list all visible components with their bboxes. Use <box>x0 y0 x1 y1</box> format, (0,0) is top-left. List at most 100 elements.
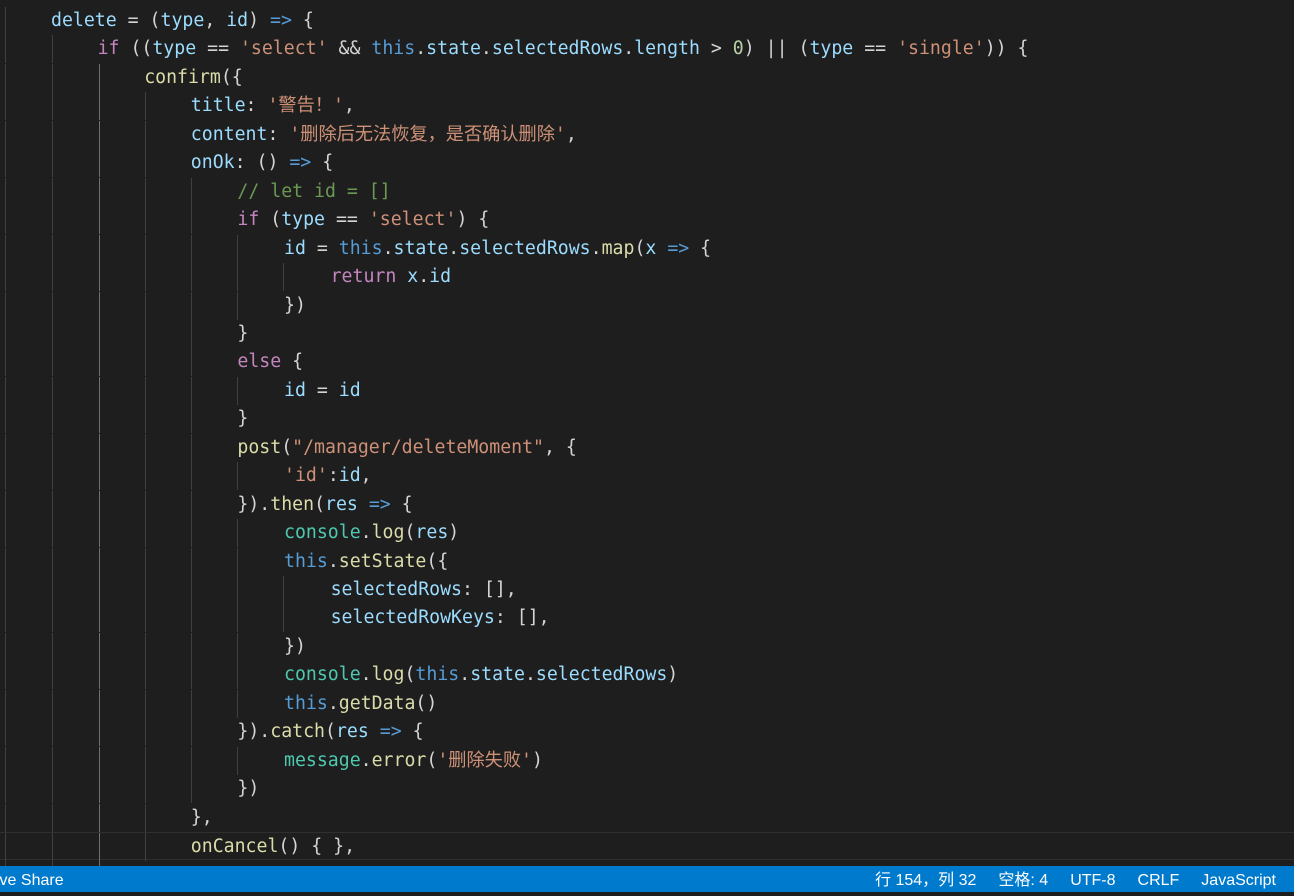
code-line[interactable]: if ((type == 'select' && this.state.sele… <box>0 35 1294 64</box>
code-line[interactable]: }) <box>0 291 1294 320</box>
indent-guide <box>5 149 6 178</box>
code-line[interactable]: 'id':id, <box>0 462 1294 491</box>
indent-guide <box>99 319 100 348</box>
indent-guide <box>237 234 238 263</box>
indent-guide <box>145 661 146 690</box>
indent-guide <box>145 462 146 491</box>
code-line[interactable]: post("/manager/deleteMoment", { <box>0 433 1294 462</box>
code-line[interactable]: selectedRowKeys: [], <box>0 604 1294 633</box>
indent-guide <box>145 177 146 206</box>
code-line[interactable]: id = id <box>0 376 1294 405</box>
indent-guide <box>237 263 238 292</box>
indent-guide <box>145 433 146 462</box>
code-line[interactable]: title: '警告！', <box>0 92 1294 121</box>
indent-guide <box>52 689 53 718</box>
code-line[interactable]: }) <box>0 775 1294 804</box>
code-line[interactable]: // let id = [] <box>0 177 1294 206</box>
code-line[interactable]: } <box>0 319 1294 348</box>
code-line[interactable]: if (type == 'select') { <box>0 206 1294 235</box>
code-line[interactable]: return x.id <box>0 263 1294 292</box>
indent-guide <box>5 519 6 548</box>
code-line[interactable]: id = this.state.selectedRows.map(x => { <box>0 234 1294 263</box>
code-editor[interactable]: delete = (type, id) => {if ((type == 'se… <box>0 0 1294 866</box>
code-line[interactable]: confirm({ <box>0 63 1294 92</box>
code-line[interactable]: else { <box>0 348 1294 377</box>
indent-guide <box>5 746 6 775</box>
code-line[interactable]: message.error('删除失败') <box>0 746 1294 775</box>
indent-guide <box>52 632 53 661</box>
indent-guide <box>99 746 100 775</box>
indent-guide <box>283 576 284 604</box>
code-line[interactable]: this.setState({ <box>0 547 1294 576</box>
indent-guide <box>5 490 6 519</box>
code-line[interactable]: }).catch(res => { <box>0 718 1294 747</box>
indent-guide <box>52 35 53 64</box>
indent-guide <box>52 746 53 775</box>
code-line[interactable]: }) <box>0 632 1294 661</box>
indent-guide <box>99 490 100 519</box>
indent-guide <box>145 833 146 862</box>
indent-guide <box>99 149 100 178</box>
code-line[interactable]: }, <box>0 803 1294 832</box>
code-text: console.log(res) <box>284 522 460 544</box>
indent-guide <box>237 661 238 690</box>
code-line[interactable]: delete = (type, id) => { <box>0 7 1294 35</box>
code-line[interactable]: console.log(this.state.selectedRows) <box>0 661 1294 690</box>
indent-guide <box>52 462 53 491</box>
code-line[interactable]: onCancel() { }, <box>0 832 1294 862</box>
code-line[interactable]: console.log(res) <box>0 519 1294 548</box>
indent-guide <box>5 376 6 405</box>
indent-guide <box>99 177 100 206</box>
code-text: } <box>237 408 249 430</box>
indent-guide <box>52 263 53 292</box>
code-line[interactable]: }).then(res => { <box>0 490 1294 519</box>
code-line[interactable]: this.getData() <box>0 689 1294 718</box>
indent-guide <box>5 7 6 35</box>
indent-guide <box>99 405 100 434</box>
indent-guide <box>191 376 192 405</box>
code-line[interactable]: selectedRows: [], <box>0 576 1294 604</box>
indent-guide <box>237 291 238 320</box>
indent-guide <box>145 775 146 804</box>
indent-guide <box>237 547 238 576</box>
indent-guide <box>191 462 192 491</box>
indent-guide <box>99 120 100 149</box>
indent-guide <box>99 462 100 491</box>
code-text: } <box>237 322 249 344</box>
code-text: }, <box>190 806 213 828</box>
indent-guide <box>145 206 146 235</box>
indent-guide <box>191 490 192 519</box>
code-text: title: '警告！', <box>190 95 355 117</box>
indent-guide <box>99 833 100 862</box>
indent-guide <box>191 576 192 604</box>
indent-guide <box>237 632 238 661</box>
code-text: confirm({ <box>144 66 243 88</box>
indent-guide <box>191 433 192 462</box>
indent-guide <box>99 63 100 92</box>
live-share-button[interactable]: ive Share <box>0 872 64 889</box>
indent-guide <box>99 519 100 548</box>
indent-guide <box>145 519 146 548</box>
indent-guide <box>191 689 192 718</box>
indent-guide <box>5 547 6 576</box>
indent-guide <box>5 833 6 862</box>
indent-guide <box>145 376 146 405</box>
indent-guide <box>99 604 100 633</box>
indent-guide <box>237 576 238 604</box>
indent-guide <box>5 632 6 661</box>
indent-guide <box>191 519 192 548</box>
code-line[interactable]: content: '删除后无法恢复，是否确认删除', <box>0 120 1294 149</box>
indent-guide <box>5 576 6 604</box>
code-text: onOk: () => { <box>190 152 334 174</box>
indent-guide <box>191 718 192 747</box>
indent-guide <box>283 604 284 633</box>
indent-guide <box>5 263 6 292</box>
indent-guide <box>99 348 100 377</box>
indent-guide <box>5 35 6 64</box>
code-text: }) <box>284 294 306 316</box>
indent-guide <box>52 63 53 92</box>
indent-guide <box>5 92 6 121</box>
code-line[interactable]: onOk: () => { <box>0 149 1294 178</box>
indent-guide <box>52 92 53 121</box>
code-line[interactable]: } <box>0 405 1294 434</box>
